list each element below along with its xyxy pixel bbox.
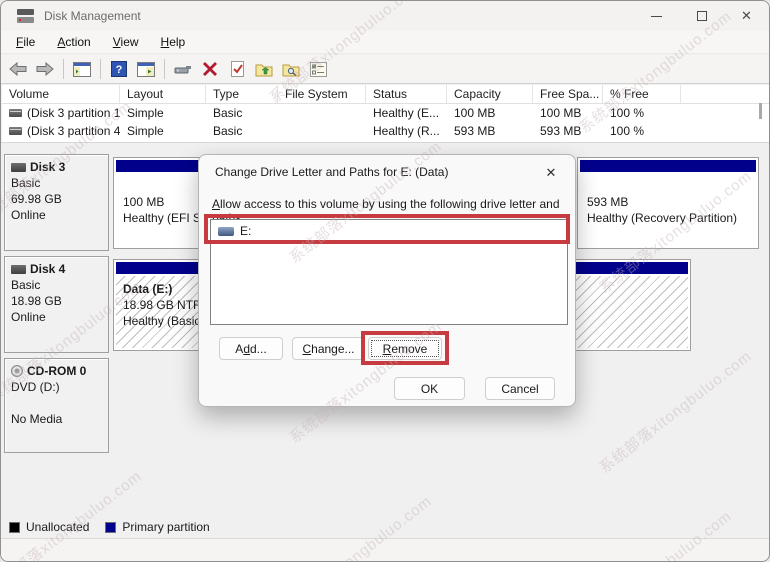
cell-layout: Simple bbox=[120, 124, 206, 138]
cancel-button[interactable]: Cancel bbox=[485, 377, 555, 400]
change-button[interactable]: Change... bbox=[292, 337, 365, 360]
disk-management-app-icon bbox=[17, 9, 34, 23]
header-capacity[interactable]: Capacity bbox=[447, 85, 533, 103]
disk-size: 69.98 GB bbox=[11, 192, 104, 206]
table-row[interactable]: (Disk 3 partition 4) Simple Basic Health… bbox=[2, 122, 770, 140]
header-pct-free[interactable]: % Free bbox=[603, 85, 681, 103]
list-item-e[interactable]: E: bbox=[211, 220, 567, 242]
disk-icon bbox=[11, 265, 26, 274]
maximize-button[interactable] bbox=[679, 1, 724, 31]
unallocated-swatch bbox=[9, 522, 20, 533]
disk-name: Disk 4 bbox=[30, 262, 65, 276]
volume-list-header: Volume Layout Type File System Status Ca… bbox=[2, 85, 770, 104]
commit-check-icon[interactable] bbox=[225, 57, 249, 81]
disk-type: Basic bbox=[11, 176, 104, 190]
disk-status: Online bbox=[11, 208, 104, 222]
partition-status: Healthy (Recovery Partition) bbox=[587, 210, 756, 226]
header-volume[interactable]: Volume bbox=[2, 85, 120, 103]
cell-capacity: 593 MB bbox=[447, 124, 533, 138]
disk-status: No Media bbox=[11, 412, 104, 426]
disk4-label[interactable]: Disk 4 Basic 18.98 GB Online bbox=[4, 256, 109, 353]
legend-label: Unallocated bbox=[26, 520, 89, 534]
forward-icon[interactable] bbox=[33, 57, 57, 81]
header-file-system[interactable]: File System bbox=[278, 85, 366, 103]
show-action-pane-icon[interactable] bbox=[134, 57, 158, 81]
disk-tool-icon[interactable] bbox=[171, 57, 195, 81]
header-type[interactable]: Type bbox=[206, 85, 278, 103]
disk-name: Disk 3 bbox=[30, 160, 65, 174]
header-free-space[interactable]: Free Spa... bbox=[533, 85, 603, 103]
menu-help[interactable]: Help bbox=[150, 33, 197, 51]
cell-free-space: 100 MB bbox=[533, 106, 603, 120]
drive-letter-label: E: bbox=[240, 224, 251, 238]
dialog-close-icon[interactable]: ✕ bbox=[541, 163, 561, 183]
cell-type: Basic bbox=[206, 106, 278, 120]
help-icon[interactable]: ? bbox=[107, 57, 131, 81]
properties-icon[interactable] bbox=[306, 57, 330, 81]
drive-icon bbox=[218, 227, 234, 236]
legend: Unallocated Primary partition bbox=[1, 516, 769, 538]
cell-type: Basic bbox=[206, 124, 278, 138]
cell-capacity: 100 MB bbox=[447, 106, 533, 120]
splitter[interactable] bbox=[1, 142, 769, 153]
legend-label: Primary partition bbox=[122, 520, 209, 534]
cell-pct-free: 100 % bbox=[603, 124, 681, 138]
partition-type-band bbox=[580, 160, 756, 172]
header-spacer bbox=[681, 85, 770, 103]
cell-layout: Simple bbox=[120, 106, 206, 120]
cell-pct-free: 100 % bbox=[603, 106, 681, 120]
menu-action[interactable]: Action bbox=[46, 33, 101, 51]
folder-search-icon[interactable] bbox=[279, 57, 303, 81]
cdrom-icon bbox=[11, 365, 23, 377]
menu-view[interactable]: View bbox=[102, 33, 150, 51]
show-console-tree-icon[interactable] bbox=[70, 57, 94, 81]
menu-bar: File Action View Help bbox=[1, 31, 769, 54]
list-scrollbar[interactable] bbox=[759, 103, 762, 119]
disk3-partition-recovery[interactable]: 593 MB Healthy (Recovery Partition) bbox=[577, 157, 759, 249]
dialog-title: Change Drive Letter and Paths for E: (Da… bbox=[215, 165, 448, 179]
header-status[interactable]: Status bbox=[366, 85, 447, 103]
change-drive-letter-dialog: Change Drive Letter and Paths for E: (Da… bbox=[198, 154, 576, 407]
volume-icon bbox=[9, 109, 22, 117]
disk-name: CD-ROM 0 bbox=[27, 364, 86, 378]
primary-partition-swatch bbox=[105, 522, 116, 533]
volume-list: Volume Layout Type File System Status Ca… bbox=[2, 85, 770, 142]
disk-status: Online bbox=[11, 310, 104, 324]
disk-size: 18.98 GB bbox=[11, 294, 104, 308]
disk3-label[interactable]: Disk 3 Basic 69.98 GB Online bbox=[4, 154, 109, 251]
header-layout[interactable]: Layout bbox=[120, 85, 206, 103]
drive-letter-listbox[interactable]: E: bbox=[210, 219, 568, 325]
window-title: Disk Management bbox=[44, 9, 141, 23]
cell-status: Healthy (R... bbox=[366, 124, 447, 138]
disk-management-window: Disk Management ✕ File Action View Help … bbox=[0, 0, 770, 562]
cell-volume: (Disk 3 partition 4) bbox=[27, 124, 120, 138]
disk-type: Basic bbox=[11, 278, 104, 292]
back-icon[interactable] bbox=[6, 57, 30, 81]
folder-up-icon[interactable] bbox=[252, 57, 276, 81]
table-row[interactable]: (Disk 3 partition 1) Simple Basic Health… bbox=[2, 104, 770, 122]
partition-size: 593 MB bbox=[587, 194, 756, 210]
cell-volume: (Disk 3 partition 1) bbox=[27, 106, 120, 120]
close-button[interactable]: ✕ bbox=[724, 1, 769, 31]
minimize-button[interactable] bbox=[634, 1, 679, 31]
toolbar: ? bbox=[1, 55, 769, 84]
remove-button[interactable]: Remove bbox=[368, 337, 442, 360]
title-bar: Disk Management ✕ bbox=[1, 1, 769, 31]
status-bar bbox=[1, 538, 769, 562]
add-button[interactable]: Add... bbox=[219, 337, 283, 360]
cdrom-label[interactable]: CD-ROM 0 DVD (D:) No Media bbox=[4, 358, 109, 453]
disk-type: DVD (D:) bbox=[11, 380, 104, 394]
menu-file[interactable]: File bbox=[5, 33, 46, 51]
ok-button[interactable]: OK bbox=[394, 377, 465, 400]
delete-icon[interactable] bbox=[198, 57, 222, 81]
volume-icon bbox=[9, 127, 22, 135]
disk-icon bbox=[11, 163, 26, 172]
cell-free-space: 593 MB bbox=[533, 124, 603, 138]
cell-status: Healthy (E... bbox=[366, 106, 447, 120]
svg-text:?: ? bbox=[116, 64, 123, 76]
